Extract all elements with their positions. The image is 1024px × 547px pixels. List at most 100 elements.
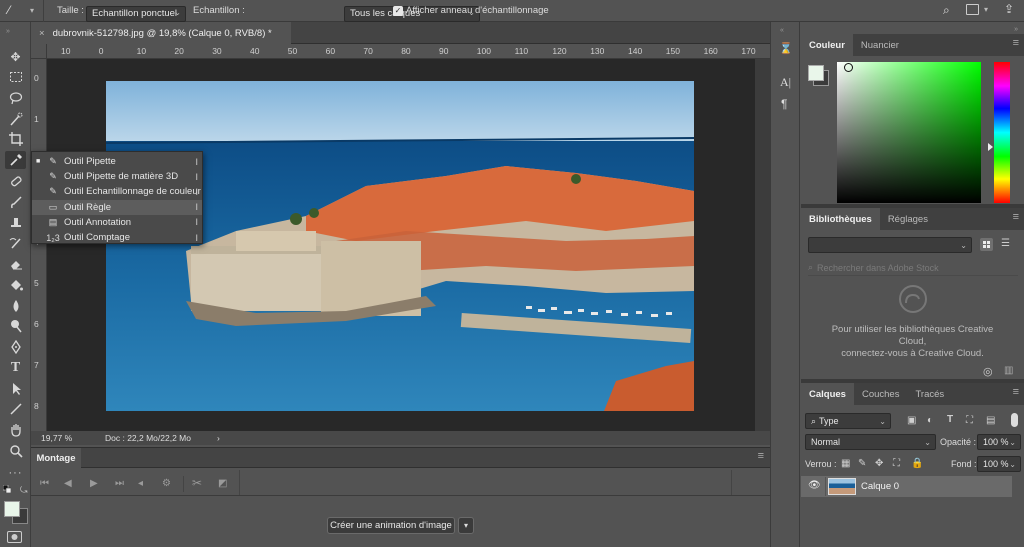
- lasso-tool-icon[interactable]: [5, 89, 26, 107]
- crop-tool-icon[interactable]: [5, 130, 26, 148]
- cc-sync-icon[interactable]: ◎: [983, 365, 993, 378]
- color-picker-cursor[interactable]: [844, 63, 853, 72]
- fill-field[interactable]: 100 % ⌄: [977, 456, 1021, 472]
- swap-colors-icon[interactable]: ⤿: [20, 485, 28, 496]
- layer-filter-select[interactable]: ⌕ Type ⌄: [805, 413, 891, 429]
- marquee-tool-icon[interactable]: [5, 68, 26, 86]
- zoom-level[interactable]: 19,77 %: [41, 433, 103, 443]
- history-icon[interactable]: ⌛: [779, 42, 793, 55]
- hand-tool-icon[interactable]: [5, 421, 26, 439]
- toolbar-collapse-icon[interactable]: »: [6, 28, 11, 35]
- panel-menu-icon[interactable]: ≡: [1013, 38, 1019, 49]
- layer-thumbnail[interactable]: [828, 478, 856, 495]
- grid-view-icon[interactable]: [980, 238, 993, 251]
- paint-bucket-tool-icon[interactable]: [5, 276, 26, 294]
- settings-icon[interactable]: ⚙: [162, 478, 171, 489]
- chevron-down-icon[interactable]: ▾: [30, 6, 34, 15]
- lock-all-icon[interactable]: 🔒: [911, 458, 923, 469]
- flyout-item[interactable]: ▤ Outil Annotation I: [32, 215, 202, 230]
- play-icon[interactable]: ▶: [90, 478, 98, 489]
- dodge-tool-icon[interactable]: [5, 317, 26, 335]
- color-field[interactable]: [837, 62, 981, 203]
- tab-nuancier[interactable]: Nuancier: [853, 34, 907, 56]
- canvas-area[interactable]: [47, 59, 755, 431]
- clone-stamp-tool-icon[interactable]: [5, 213, 26, 231]
- history-brush-tool-icon[interactable]: [5, 234, 26, 252]
- brush-tool-icon[interactable]: [5, 193, 26, 211]
- eraser-tool-icon[interactable]: [5, 255, 26, 273]
- workspace-icon[interactable]: [966, 4, 979, 15]
- line-tool-icon[interactable]: [5, 400, 26, 418]
- default-colors-icon[interactable]: [2, 484, 12, 494]
- eyedropper-tool-icon[interactable]: [5, 151, 26, 169]
- tab-traces[interactable]: Tracés: [907, 383, 952, 405]
- search-icon[interactable]: ⌕: [943, 3, 950, 18]
- visibility-eye-icon[interactable]: 👁: [808, 480, 821, 491]
- tab-bibliotheques[interactable]: Bibliothèques: [801, 208, 880, 230]
- filter-toggle[interactable]: [1011, 413, 1018, 427]
- list-view-icon[interactable]: ☰: [1001, 238, 1010, 249]
- hue-slider-handle[interactable]: [988, 143, 993, 151]
- anneau-checkbox[interactable]: ✓: [393, 6, 403, 16]
- paragraph-panel-icon[interactable]: ¶: [781, 97, 787, 111]
- panel-menu-icon[interactable]: ≡: [758, 451, 764, 462]
- healing-brush-tool-icon[interactable]: [5, 172, 26, 190]
- scissors-icon[interactable]: ✂: [192, 476, 202, 490]
- stock-search-field[interactable]: ⌕ Rechercher dans Adobe Stock: [808, 260, 1018, 276]
- collapse-dock-icon[interactable]: »: [1014, 26, 1018, 33]
- panel-menu-icon[interactable]: ≡: [1013, 212, 1019, 223]
- blur-tool-icon[interactable]: [5, 297, 26, 315]
- document-tab[interactable]: × dubrovnik-512798.jpg @ 19,8% (Calque 0…: [31, 22, 291, 44]
- blend-mode-select[interactable]: Normal ⌄: [805, 434, 936, 450]
- share-icon[interactable]: ⇪: [1004, 2, 1014, 16]
- audio-icon[interactable]: ◂: [138, 478, 143, 489]
- flyout-item[interactable]: ✎ Outil Echantillonnage de couleur I: [32, 184, 202, 199]
- create-animation-button[interactable]: Créer une animation d'image: [327, 517, 455, 534]
- layer-name[interactable]: Calque 0: [861, 481, 899, 492]
- chevron-down-icon[interactable]: ▾: [984, 5, 988, 14]
- lock-position-icon[interactable]: ✥: [875, 458, 883, 469]
- eyedropper-preset-icon[interactable]: ⁄: [8, 3, 10, 17]
- tab-reglages[interactable]: Réglages: [880, 208, 936, 230]
- more-tools-icon[interactable]: ···: [5, 464, 26, 482]
- flyout-item[interactable]: ■ ✎ Outil Pipette I: [32, 154, 202, 169]
- close-icon[interactable]: ×: [39, 28, 45, 39]
- vertical-scrollbar[interactable]: [755, 59, 770, 431]
- panel-menu-icon[interactable]: ≡: [1013, 387, 1019, 398]
- trash-icon[interactable]: ▥: [1004, 365, 1013, 376]
- lock-image-icon[interactable]: ✎: [858, 458, 866, 469]
- status-menu-arrow-icon[interactable]: ›: [217, 433, 220, 443]
- character-panel-icon[interactable]: A|: [780, 75, 791, 90]
- filter-shape-icon[interactable]: ⛶: [966, 415, 973, 426]
- lock-transparency-icon[interactable]: ▦: [841, 458, 850, 469]
- flyout-item[interactable]: ✎ Outil Pipette de matière 3D I: [32, 169, 202, 184]
- lock-artboard-icon[interactable]: ⛶: [893, 458, 900, 469]
- hue-slider[interactable]: [994, 62, 1010, 203]
- transition-icon[interactable]: ◩: [218, 478, 227, 489]
- pen-tool-icon[interactable]: [5, 338, 26, 356]
- quick-mask-icon[interactable]: [7, 531, 22, 543]
- quick-selection-tool-icon[interactable]: [5, 110, 26, 128]
- library-select[interactable]: ⌄: [808, 237, 972, 253]
- move-tool-icon[interactable]: ✥: [5, 48, 26, 66]
- tab-couches[interactable]: Couches: [854, 383, 908, 405]
- path-selection-tool-icon[interactable]: [5, 380, 26, 398]
- taille-select[interactable]: Echantillon ponctuel ⌄: [86, 5, 186, 22]
- collapse-icon[interactable]: «: [780, 27, 784, 34]
- first-frame-icon[interactable]: ⏮: [40, 478, 49, 489]
- zoom-tool-icon[interactable]: [5, 442, 26, 460]
- filter-adjustment-icon[interactable]: ◐: [927, 415, 933, 426]
- document-image[interactable]: [106, 81, 694, 411]
- flyout-item[interactable]: ▭ Outil Règle I: [32, 199, 202, 215]
- previous-frame-icon[interactable]: ◀: [64, 478, 72, 489]
- tab-montage[interactable]: Montage: [31, 448, 81, 468]
- filter-type-icon[interactable]: T: [947, 414, 953, 425]
- color-panel-foreground-swatch[interactable]: [808, 65, 824, 81]
- foreground-color-swatch[interactable]: [4, 501, 20, 517]
- filter-smart-object-icon[interactable]: ▤: [986, 415, 995, 426]
- type-tool-icon[interactable]: T: [5, 359, 26, 377]
- opacity-field[interactable]: 100 % ⌄: [977, 434, 1021, 450]
- layer-row[interactable]: 👁 Calque 0: [801, 476, 1012, 497]
- flyout-item[interactable]: 1₂3 Outil Comptage I: [32, 230, 202, 245]
- tab-calques[interactable]: Calques: [801, 383, 854, 405]
